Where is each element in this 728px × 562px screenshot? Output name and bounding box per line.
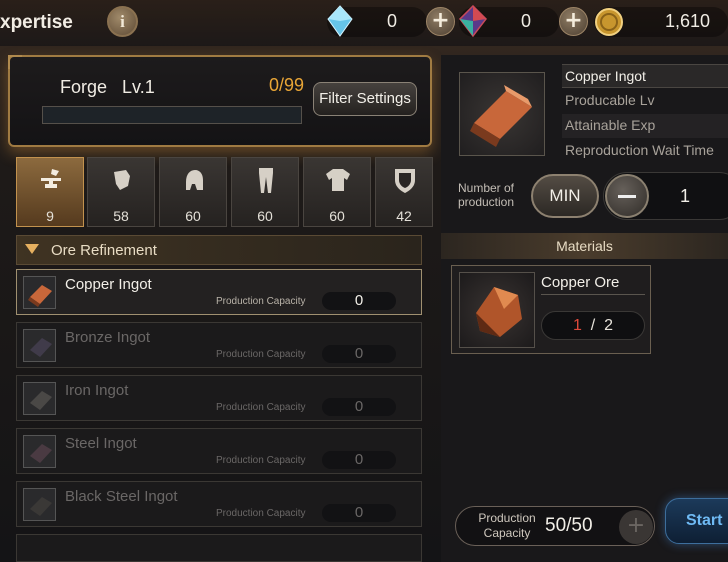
selected-item-icon [459, 72, 545, 156]
leg-armor-icon [259, 168, 273, 193]
tab-count: 60 [257, 208, 273, 224]
gold-coin-icon [595, 8, 623, 36]
copper-ingot-icon [23, 276, 56, 309]
helmet-icon [186, 170, 203, 190]
tab-count: 42 [396, 208, 412, 224]
capacity-value: 0 [322, 292, 396, 310]
number-of-production-label: Number of production [457, 181, 515, 209]
copper-ore-icon [459, 272, 535, 348]
material-sep: / [590, 317, 596, 334]
collapse-arrow-icon [25, 244, 39, 254]
tab-chest[interactable]: 60 [303, 157, 371, 227]
capacity-value: 50/50 [545, 515, 593, 536]
start-button[interactable]: Start [665, 498, 728, 544]
divider [541, 294, 645, 295]
tab-gloves[interactable]: 58 [87, 157, 155, 227]
capacity-value: 0 [322, 398, 396, 416]
producable-lv-label: Producable Lv [565, 92, 655, 108]
forge-card: Forge Lv.1 0/99 Filter Settings [8, 55, 432, 147]
material-need: 2 [604, 317, 614, 334]
tab-count: 60 [329, 208, 345, 224]
decrease-button[interactable] [605, 174, 649, 218]
capacity-value: 0 [322, 504, 396, 522]
gold-currency: 1,610 [594, 7, 728, 37]
recipe-name: Iron Ingot [65, 382, 129, 399]
forge-exp-count: 0/99 [269, 75, 305, 95]
production-capacity: Production Capacity 50/50 + [455, 506, 655, 546]
capacity-label: Production Capacity [216, 455, 306, 466]
material-name: Copper Ore [541, 274, 620, 291]
anvil-icon [41, 169, 61, 188]
capacity-label: Production Capacity [478, 511, 536, 540]
red-crystal-icon [459, 5, 487, 37]
red-crystal-currency: 0 [459, 5, 559, 37]
min-button[interactable]: MIN [531, 174, 599, 218]
chest-armor-icon [326, 169, 350, 191]
info-button[interactable]: i [107, 6, 138, 37]
recipe-name: Black Steel Ingot [65, 488, 178, 505]
capacity-label: Production Capacity [216, 296, 306, 307]
category-ore-refinement[interactable]: Ore Refinement [16, 235, 422, 265]
recipe-partial-row[interactable] [16, 534, 422, 562]
shield-icon [395, 169, 415, 193]
recipe-name: Copper Ingot [65, 276, 152, 293]
capacity-value: 0 [322, 451, 396, 469]
page-title: xpertise [0, 12, 73, 33]
gold-amount: 1,610 [664, 11, 710, 31]
capacity-label: Production Capacity [216, 508, 306, 519]
bronze-ingot-icon [23, 329, 56, 362]
add-capacity-button[interactable]: + [619, 510, 653, 544]
category-label: Ore Refinement [51, 242, 157, 259]
tab-legs[interactable]: 60 [231, 157, 299, 227]
material-count: 1 / 2 [541, 311, 645, 340]
recipe-iron-ingot[interactable]: Iron Ingot Production Capacity 0 [16, 375, 422, 421]
forge-name: Forge Lv.1 [60, 77, 155, 97]
tab-count: 58 [113, 208, 129, 224]
capacity-label: Production Capacity [216, 402, 306, 413]
recipe-bronze-ingot[interactable]: Bronze Ingot Production Capacity 0 [16, 322, 422, 368]
recipe-steel-ingot[interactable]: Steel Ingot Production Capacity 0 [16, 428, 422, 474]
tab-shield[interactable]: 42 [375, 157, 433, 227]
black-steel-ingot-icon [23, 488, 56, 521]
category-tabs: 9 58 60 60 60 42 [14, 157, 434, 227]
corner-ornament [8, 55, 22, 69]
tab-count: 60 [185, 208, 201, 224]
steel-ingot-icon [23, 435, 56, 468]
recipe-black-steel-ingot[interactable]: Black Steel Ingot Production Capacity 0 [16, 481, 422, 527]
tab-count: 9 [46, 208, 54, 224]
filter-settings-button[interactable]: Filter Settings [313, 82, 417, 116]
red-crystal-amount: 0 [520, 11, 531, 31]
reproduction-wait-label: Reproduction Wait Time [565, 142, 714, 158]
material-have: 1 [572, 317, 582, 334]
recipe-name: Bronze Ingot [65, 329, 151, 346]
gauntlet-icon [114, 170, 130, 190]
item-name: Copper Ingot [562, 64, 728, 88]
add-blue-crystal-button[interactable]: + [426, 7, 455, 36]
material-card[interactable]: Copper Ore 1 / 2 [451, 265, 651, 354]
materials-header: Materials [441, 233, 728, 259]
blue-crystal-amount: 0 [386, 11, 397, 31]
attainable-exp-label: Attainable Exp [562, 114, 728, 138]
tab-smithing[interactable]: 9 [16, 157, 84, 227]
forge-exp-bar [42, 106, 302, 124]
recipe-copper-ingot[interactable]: Copper Ingot Production Capacity 0 [16, 269, 422, 315]
tab-helmet[interactable]: 60 [159, 157, 227, 227]
capacity-label: Production Capacity [216, 349, 306, 360]
add-red-crystal-button[interactable]: + [559, 7, 588, 36]
blue-crystal-currency: 0 [327, 5, 427, 37]
quantity-value: 1 [680, 186, 691, 206]
blue-crystal-icon [327, 5, 353, 37]
capacity-value: 0 [322, 345, 396, 363]
iron-ingot-icon [23, 382, 56, 415]
recipe-name: Steel Ingot [65, 435, 137, 452]
